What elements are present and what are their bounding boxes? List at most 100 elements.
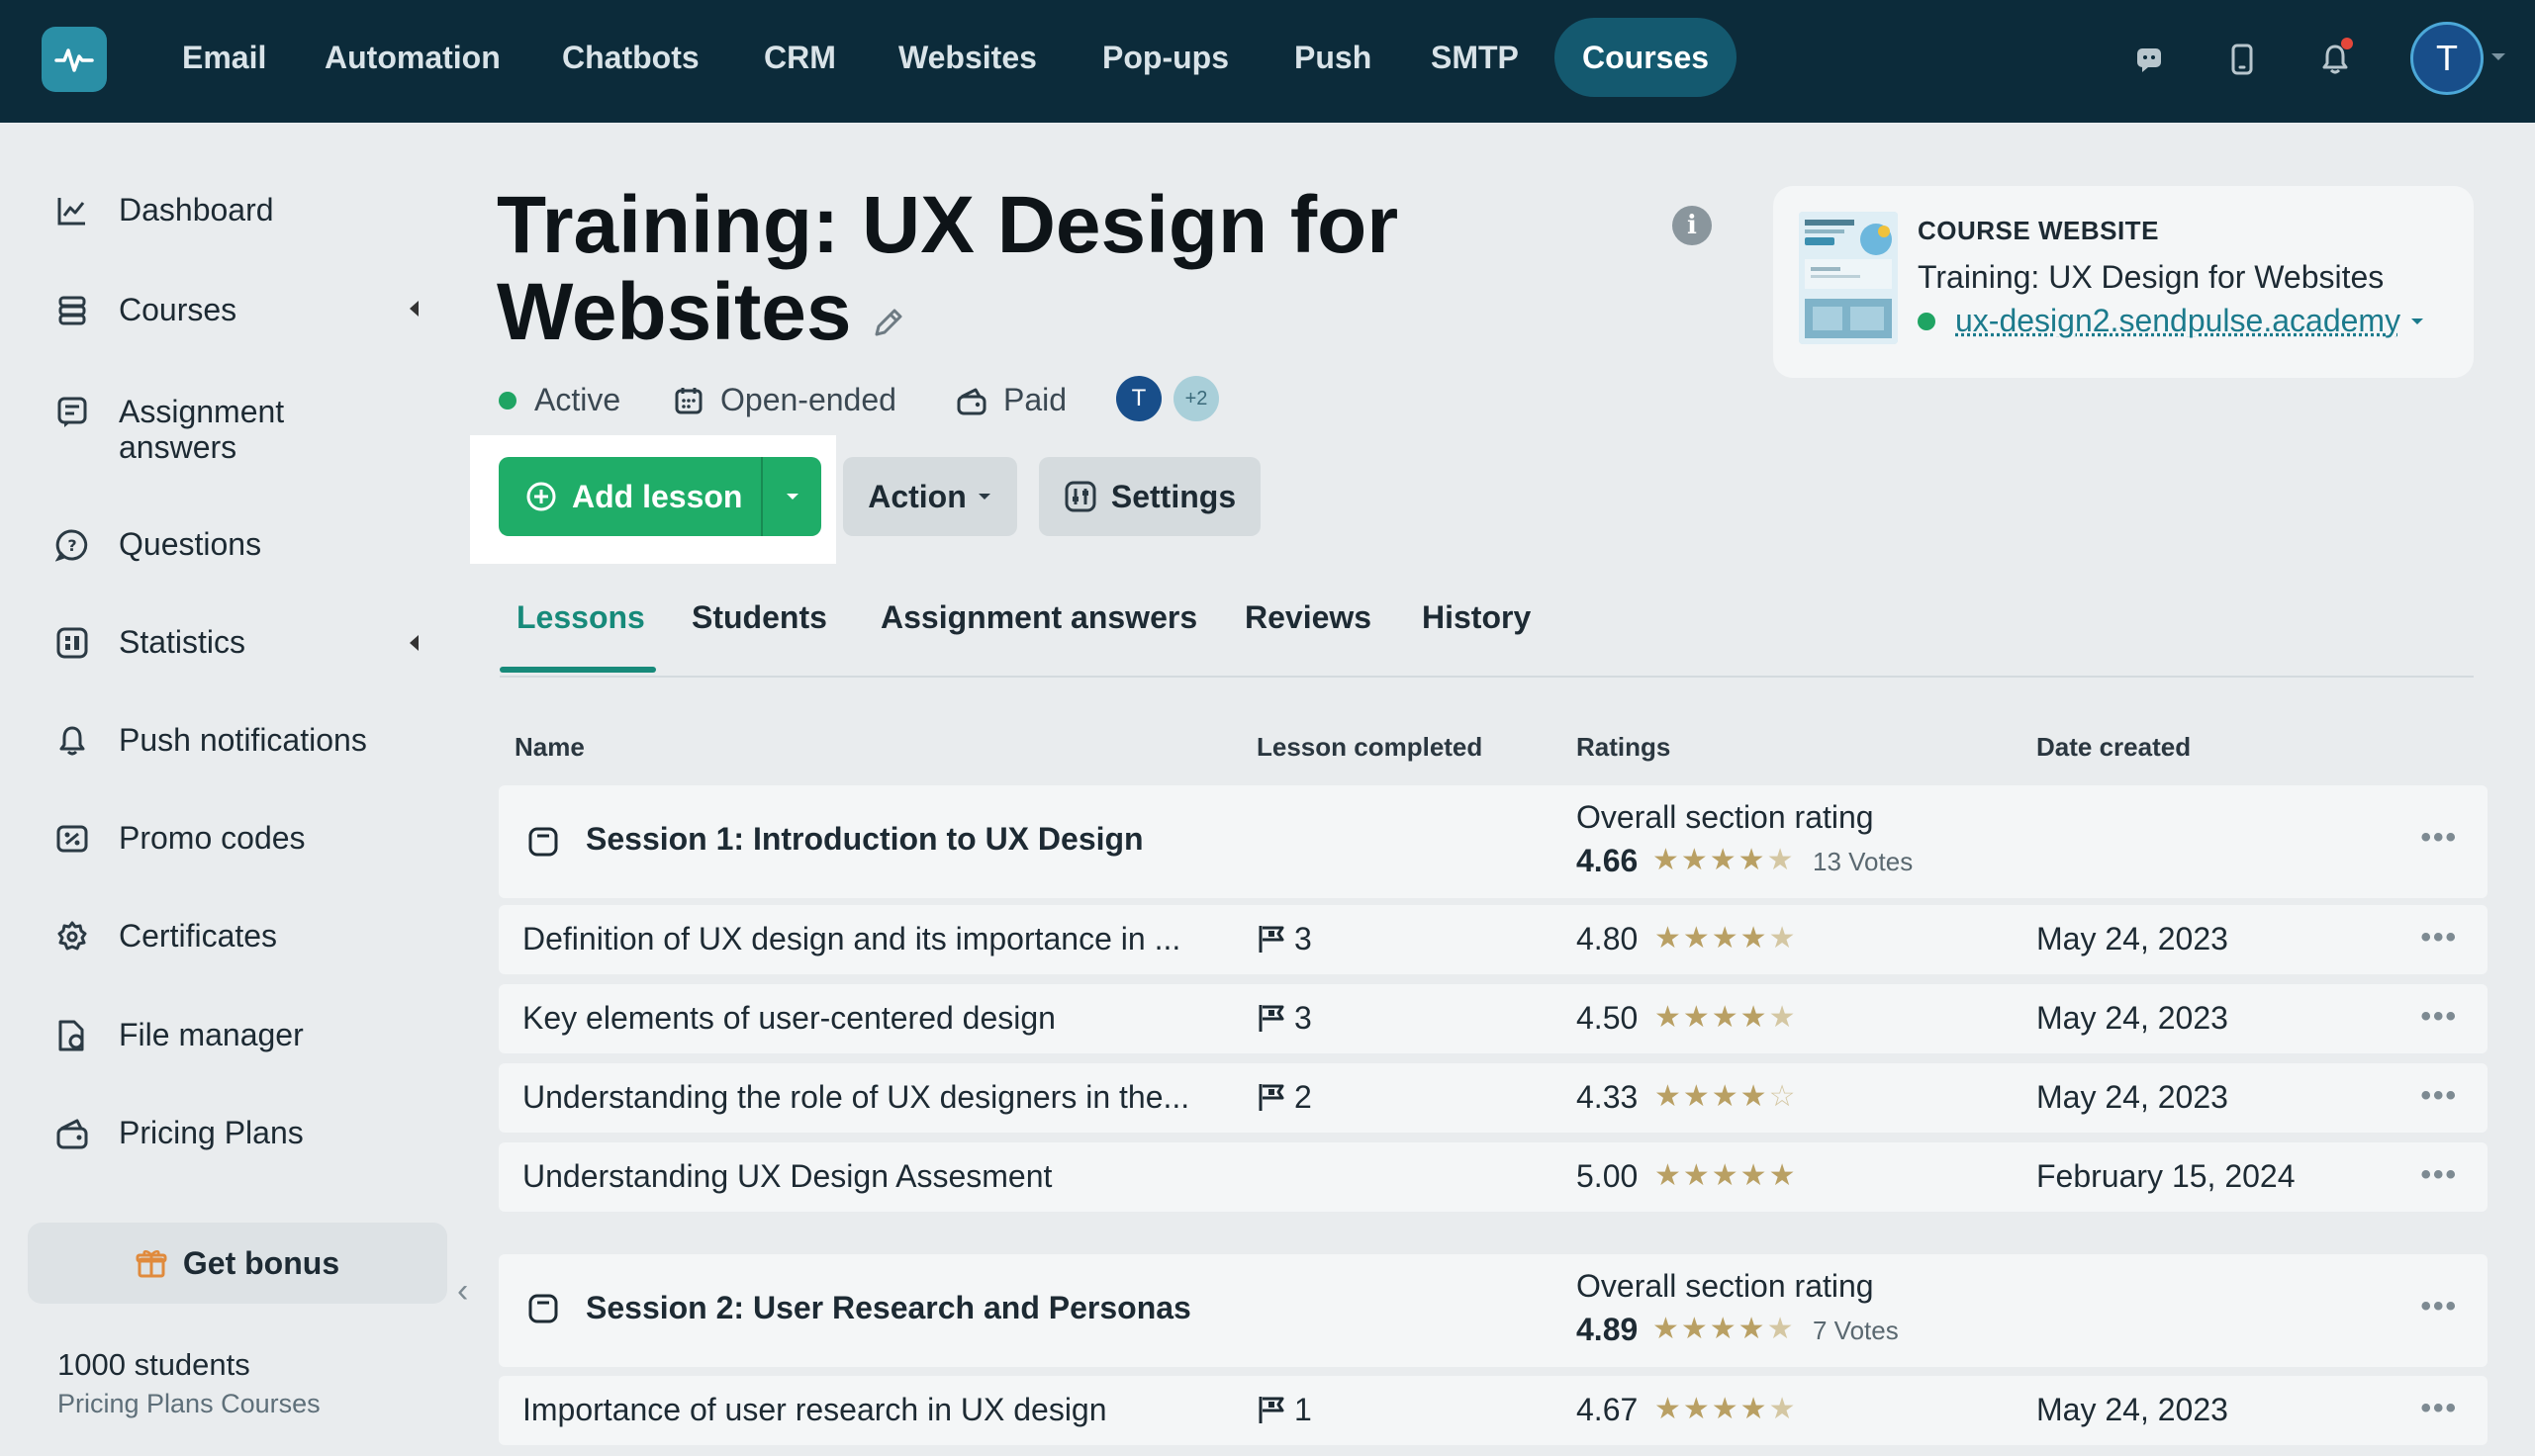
sidebar-item-certificates[interactable]: Certificates <box>55 918 277 955</box>
nav-push[interactable]: Push <box>1267 18 1399 97</box>
lesson-rating: 4.80 <box>1576 921 1639 956</box>
info-icon[interactable]: i <box>1672 206 1712 245</box>
lesson-row[interactable]: Importance of user research in UX design… <box>499 1376 2488 1445</box>
sidebar-item-file-manager[interactable]: File manager <box>55 1017 304 1053</box>
column-header-date[interactable]: Date created <box>2036 732 2191 763</box>
row-menu-icon[interactable]: ••• <box>2420 821 2458 855</box>
chat-icon[interactable] <box>2123 34 2175 85</box>
tab-students[interactable]: Students <box>692 599 827 636</box>
section-title: Session 2: User Research and Personas <box>586 1290 1191 1325</box>
website-status-dot <box>1918 312 1935 330</box>
rating-stars: ★★★★★ <box>1654 1393 1798 1425</box>
rating-stars: ★★★★★ <box>1652 844 1796 876</box>
mobile-icon[interactable] <box>2216 34 2268 85</box>
students-count: 1000 students <box>57 1347 250 1382</box>
row-menu-icon[interactable]: ••• <box>2420 1079 2458 1113</box>
nav-smtp[interactable]: SMTP <box>1403 18 1547 97</box>
duration-label: Open-ended <box>720 382 896 417</box>
more-members-badge[interactable]: +2 <box>1174 376 1219 421</box>
nav-chatbots[interactable]: Chatbots <box>534 18 727 97</box>
user-avatar[interactable]: T <box>2410 22 2484 95</box>
collapse-sidebar-icon[interactable]: ‹ <box>457 1272 468 1311</box>
row-menu-icon[interactable]: ••• <box>2420 1158 2458 1192</box>
section-row[interactable]: Session 1: Introduction to UX Design Ove… <box>499 785 2488 898</box>
sidebar-item-assignment-answers[interactable]: Assignment answers <box>55 394 412 465</box>
column-header-completed[interactable]: Lesson completed <box>1257 732 1482 763</box>
sidebar-item-label: Questions <box>119 526 262 562</box>
nav-automation[interactable]: Automation <box>297 18 528 97</box>
sidebar-item-pricing-plans[interactable]: Pricing Plans <box>55 1115 304 1151</box>
tab-reviews[interactable]: Reviews <box>1245 599 1371 636</box>
lesson-name: Understanding UX Design Assesment <box>522 1158 1053 1194</box>
section-row[interactable]: Session 2: User Research and Personas Ov… <box>499 1254 2488 1367</box>
website-url[interactable]: ux-design2.sendpulse.academy <box>1955 303 2400 339</box>
section-rating-label: Overall section rating <box>1576 1268 1874 1304</box>
website-url-link[interactable]: ux-design2.sendpulse.academy <box>1918 303 2426 339</box>
member-avatar[interactable]: T <box>1116 376 1162 421</box>
settings-label: Settings <box>1110 478 1237 514</box>
nav-popups[interactable]: Pop-ups <box>1075 18 1257 97</box>
website-thumbnail[interactable] <box>1799 212 1898 344</box>
rating-stars: ★★★★☆ <box>1654 1080 1798 1113</box>
price-badge: Paid <box>956 382 1067 418</box>
tab-history[interactable]: History <box>1422 599 1531 636</box>
get-bonus-button[interactable]: Get bonus <box>28 1223 447 1304</box>
tab-lessons[interactable]: Lessons <box>516 599 645 636</box>
add-lesson-main[interactable]: Add lesson <box>499 457 761 536</box>
lesson-name: Definition of UX design and its importan… <box>522 921 1181 956</box>
website-card-label: COURSE WEBSITE <box>1918 216 2159 245</box>
settings-button[interactable]: Settings <box>1039 457 1261 536</box>
file-icon <box>58 1020 84 1051</box>
lesson-rating: 4.33 <box>1576 1079 1639 1115</box>
lesson-date: February 15, 2024 <box>2036 1158 2296 1194</box>
sidebar-item-dashboard[interactable]: Dashboard <box>55 192 274 228</box>
add-lesson-dropdown[interactable] <box>761 457 821 536</box>
caret-left-icon[interactable] <box>410 635 419 651</box>
sidebar-item-push-notifications[interactable]: Push notifications <box>55 722 367 759</box>
nav-courses[interactable]: Courses <box>1554 18 1737 97</box>
pricing-plan-link[interactable]: Pricing Plans Courses <box>57 1389 321 1419</box>
edit-title-icon[interactable] <box>871 305 906 345</box>
lesson-completed: 3 <box>1257 921 1312 957</box>
section-rating-value: 4.66 <box>1576 843 1639 878</box>
action-button[interactable]: Action <box>843 457 1017 536</box>
section-votes: 7 Votes <box>1813 1316 1899 1345</box>
row-menu-icon[interactable]: ••• <box>2420 1000 2458 1034</box>
caret-left-icon[interactable] <box>410 301 419 317</box>
add-lesson-button[interactable]: Add lesson <box>499 457 821 536</box>
column-header-ratings[interactable]: Ratings <box>1576 732 1670 763</box>
lesson-row[interactable]: Definition of UX design and its importan… <box>499 905 2488 974</box>
lesson-row[interactable]: Understanding the role of UX designers i… <box>499 1063 2488 1133</box>
sidebar-item-promo-codes[interactable]: Promo codes <box>55 820 306 857</box>
tab-assignment-answers[interactable]: Assignment answers <box>881 599 1197 636</box>
nav-crm[interactable]: CRM <box>736 18 864 97</box>
plus-circle-icon <box>526 482 556 511</box>
sidebar-item-courses[interactable]: Courses <box>55 292 236 328</box>
price-type-label: Paid <box>1003 382 1068 417</box>
nav-websites[interactable]: Websites <box>871 18 1065 97</box>
sendpulse-logo-icon[interactable] <box>42 27 107 92</box>
nav-email[interactable]: Email <box>154 18 294 97</box>
column-header-name[interactable]: Name <box>515 732 585 763</box>
sidebar-item-statistics[interactable]: Statistics <box>55 624 245 661</box>
chevron-down-icon[interactable] <box>2491 53 2505 60</box>
lesson-name: Key elements of user-centered design <box>522 1000 1056 1036</box>
lesson-name: Importance of user research in UX design <box>522 1392 1107 1427</box>
sidebar-item-questions[interactable]: ? Questions <box>55 526 261 563</box>
bell-icon[interactable] <box>2309 34 2361 85</box>
lesson-row[interactable]: Key elements of user-centered design 3 4… <box>499 984 2488 1053</box>
row-menu-icon[interactable]: ••• <box>2420 921 2458 955</box>
flag-icon <box>1259 1397 1284 1423</box>
lesson-row[interactable]: Understanding UX Design Assesment 5.00 ★… <box>499 1142 2488 1212</box>
row-menu-icon[interactable]: ••• <box>2420 1392 2458 1425</box>
rating-stars: ★★★★★ <box>1654 1001 1798 1034</box>
chevron-down-icon[interactable] <box>2408 316 2426 327</box>
section-rating-value: 4.89 <box>1576 1312 1639 1347</box>
lesson-date: May 24, 2023 <box>2036 1079 2228 1115</box>
courses-icon <box>58 296 86 325</box>
action-label: Action <box>868 478 967 514</box>
certificate-icon <box>57 921 87 951</box>
sidebar-item-label: File manager <box>119 1017 304 1052</box>
add-lesson-label: Add lesson <box>572 478 743 514</box>
row-menu-icon[interactable]: ••• <box>2420 1290 2458 1323</box>
